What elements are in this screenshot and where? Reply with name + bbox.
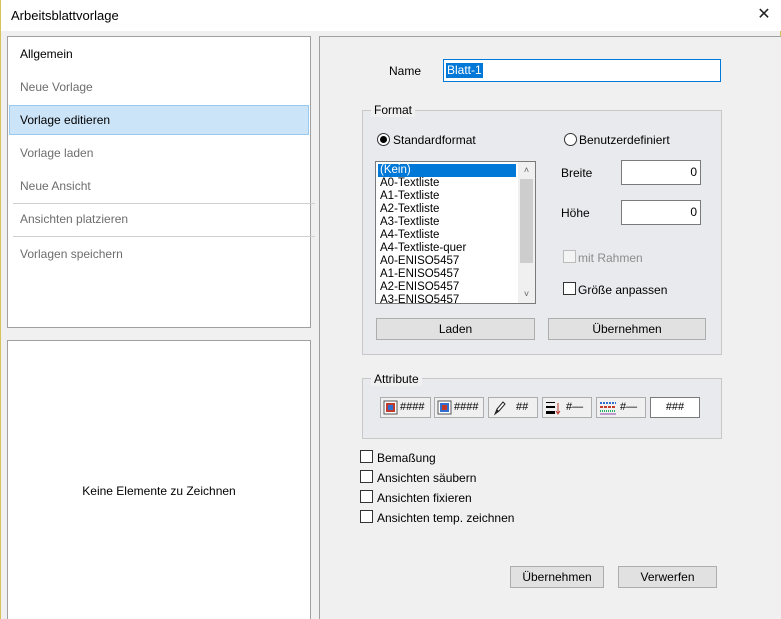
- groesse-anpassen-checkbox[interactable]: [563, 282, 576, 295]
- name-label: Name: [389, 64, 422, 78]
- list-item[interactable]: A3-ENISO5457: [378, 294, 516, 303]
- pen-icon: [493, 401, 506, 416]
- standardformat-label: Standardformat: [393, 133, 476, 147]
- nav-item-ansichten-platzieren[interactable]: Ansichten platzieren: [9, 204, 309, 234]
- close-button[interactable]: ✕: [752, 4, 776, 26]
- bemassung-label: Bemaßung: [377, 451, 436, 465]
- color-attr-icon: [383, 400, 398, 415]
- scrollbar-thumb[interactable]: [520, 179, 533, 263]
- attribute-line-weight-button[interactable]: #—: [542, 397, 592, 418]
- nav-item-neue-ansicht[interactable]: Neue Ansicht: [9, 171, 309, 201]
- list-item[interactable]: A3-Textliste: [378, 216, 516, 229]
- attribute-line-weight-text: #—: [566, 401, 584, 413]
- color-attr-alt-icon: [437, 400, 452, 415]
- benutzerdefiniert-radio[interactable]: [564, 133, 577, 146]
- listbox-scrollbar[interactable]: ˄ ˅: [518, 162, 535, 303]
- format-group-title: Format: [371, 103, 416, 117]
- list-item[interactable]: A1-ENISO5457: [378, 268, 516, 281]
- list-item[interactable]: A4-Textliste: [378, 229, 516, 242]
- title-bar: Arbeitsblattvorlage ✕: [1, 0, 781, 31]
- list-item[interactable]: A1-Textliste: [378, 190, 516, 203]
- line-weight-icon: [546, 402, 561, 415]
- ansichten-saeubern-checkbox[interactable]: [360, 470, 373, 483]
- list-item[interactable]: A2-Textliste: [378, 203, 516, 216]
- attribute-color-alt-text: ####: [454, 401, 479, 413]
- close-icon: ✕: [757, 6, 771, 23]
- attribute-color-alt-button[interactable]: ####: [434, 397, 484, 418]
- scroll-down-icon[interactable]: ˅: [518, 286, 535, 303]
- list-item[interactable]: (Kein): [378, 164, 516, 177]
- format-uebernehmen-button[interactable]: Übernehmen: [548, 318, 706, 340]
- attribute-line-style-text: #—: [620, 401, 638, 413]
- mit-rahmen-label: mit Rahmen: [578, 251, 643, 265]
- nav-item-vorlage-editieren[interactable]: Vorlage editieren: [9, 105, 309, 135]
- breite-label: Breite: [561, 166, 593, 180]
- verwerfen-button[interactable]: Verwerfen: [618, 566, 717, 588]
- nav-divider: [13, 236, 315, 237]
- ansichten-temp-zeichnen-label: Ansichten temp. zeichnen: [377, 511, 515, 525]
- dialog-window: Arbeitsblattvorlage ✕ Allgemein Neue Vor…: [0, 0, 781, 619]
- ansichten-temp-zeichnen-checkbox[interactable]: [360, 510, 373, 523]
- benutzerdefiniert-label: Benutzerdefiniert: [579, 133, 670, 147]
- nav-item-allgemein[interactable]: Allgemein: [9, 39, 309, 69]
- standardformat-radio[interactable]: [377, 133, 390, 146]
- format-listbox[interactable]: (Kein) A0-Textliste A1-Textliste A2-Text…: [375, 161, 536, 304]
- nav-item-vorlagen-speichern[interactable]: Vorlagen speichern: [9, 239, 309, 269]
- preview-empty-text: Keine Elemente zu Zeichnen: [82, 484, 236, 498]
- radio-dot: [380, 136, 387, 143]
- nav-item-neue-vorlage[interactable]: Neue Vorlage: [9, 72, 309, 102]
- attribute-group-title: Attribute: [371, 372, 422, 386]
- uebernehmen-button[interactable]: Übernehmen: [510, 566, 604, 588]
- line-style-icon: [600, 402, 616, 415]
- attribute-pen-button[interactable]: ##: [488, 397, 538, 418]
- list-item[interactable]: A2-ENISO5457: [378, 281, 516, 294]
- window-title: Arbeitsblattvorlage: [11, 8, 119, 23]
- attribute-value-field[interactable]: ###: [650, 397, 700, 418]
- ansichten-saeubern-label: Ansichten säubern: [377, 471, 477, 485]
- hoehe-label: Höhe: [561, 206, 590, 220]
- bemassung-checkbox[interactable]: [360, 450, 373, 463]
- attribute-line-style-button[interactable]: #—: [596, 397, 646, 418]
- list-item[interactable]: A0-ENISO5457: [378, 255, 516, 268]
- nav-item-vorlage-laden[interactable]: Vorlage laden: [9, 138, 309, 168]
- groesse-anpassen-label: Größe anpassen: [578, 283, 668, 297]
- preview-panel: Keine Elemente zu Zeichnen: [7, 340, 311, 619]
- attribute-color-text: ####: [400, 401, 425, 413]
- hoehe-input[interactable]: 0: [621, 200, 701, 225]
- attribute-color-button[interactable]: ####: [380, 397, 431, 418]
- name-input[interactable]: [443, 59, 721, 82]
- nav-panel: Allgemein Neue Vorlage Vorlage editieren…: [7, 36, 315, 328]
- ansichten-fixieren-label: Ansichten fixieren: [377, 491, 472, 505]
- list-item[interactable]: A4-Textliste-quer: [378, 242, 516, 255]
- breite-input[interactable]: 0: [621, 160, 701, 185]
- list-item[interactable]: A0-Textliste: [378, 177, 516, 190]
- mit-rahmen-checkbox[interactable]: [563, 250, 576, 263]
- attribute-pen-text: ##: [516, 401, 529, 413]
- name-input-value: Blatt-1: [446, 63, 483, 78]
- scroll-up-icon[interactable]: ˄: [518, 162, 535, 179]
- laden-button[interactable]: Laden: [376, 318, 535, 340]
- ansichten-fixieren-checkbox[interactable]: [360, 490, 373, 503]
